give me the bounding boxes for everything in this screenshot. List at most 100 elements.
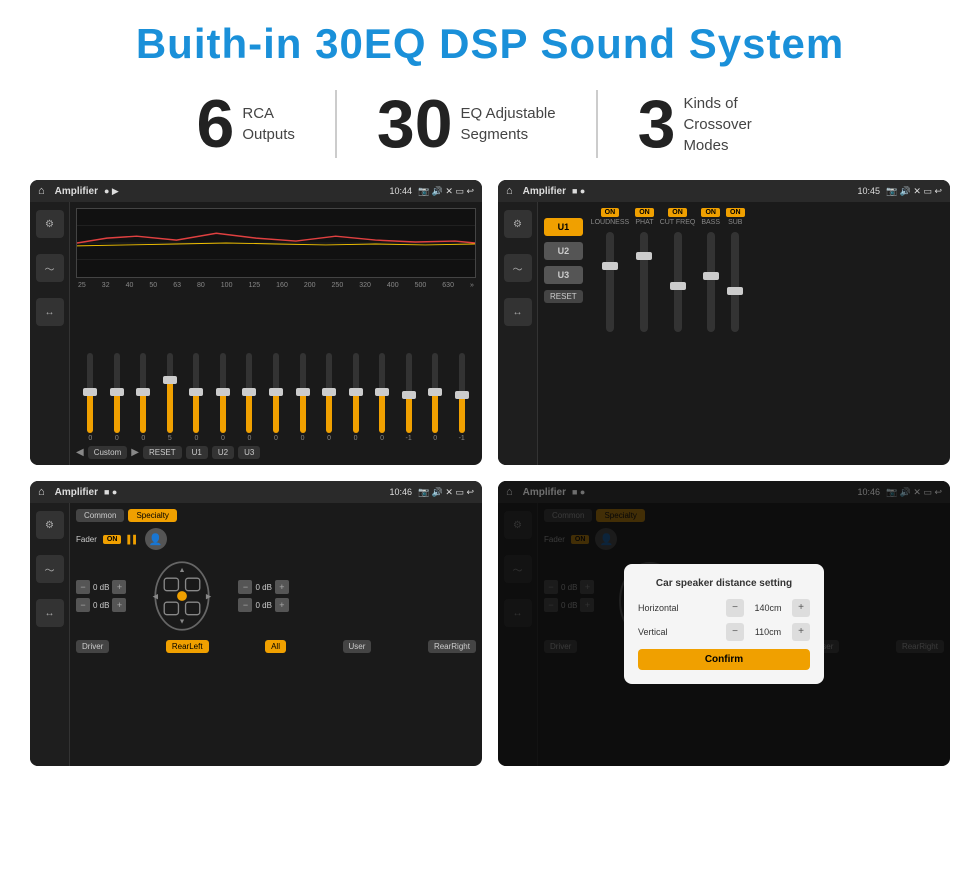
vol-plus-fr[interactable]: +	[275, 580, 289, 594]
crossover-dots: ■ ●	[572, 186, 585, 196]
user-btn[interactable]: User	[343, 640, 372, 653]
sub-slider[interactable]	[731, 232, 739, 332]
cutfreq-col: ON CUT FREQ	[660, 208, 696, 459]
eq-slider-0[interactable]: 0	[78, 353, 103, 442]
vol-minus-fl[interactable]: −	[76, 580, 90, 594]
crossover-side-btn-3[interactable]: ↔	[504, 298, 532, 326]
u3-crossover[interactable]: U3	[544, 266, 583, 284]
copilot-btn[interactable]: RearRight	[428, 640, 476, 653]
loudness-slider[interactable]	[606, 232, 614, 332]
confirm-button[interactable]: Confirm	[638, 649, 810, 670]
vertical-minus[interactable]: −	[726, 623, 744, 641]
cutfreq-label: CUT FREQ	[660, 219, 696, 226]
vertical-plus[interactable]: +	[792, 623, 810, 641]
eq-slider-3[interactable]: 5	[158, 353, 183, 442]
eq-app-name: Amplifier	[55, 186, 98, 197]
eq-slider-2[interactable]: 0	[131, 353, 156, 442]
vol-row-rr: − 0 dB +	[238, 598, 288, 612]
prev-arrow[interactable]: ◀	[76, 447, 84, 458]
sub-on[interactable]: ON	[726, 208, 745, 217]
eq-graph	[76, 208, 476, 278]
stat-eq: 30 EQ AdjustableSegments	[337, 90, 598, 158]
stats-bar: 6 RCAOutputs 30 EQ AdjustableSegments 3 …	[30, 90, 950, 158]
u2-crossover[interactable]: U2	[544, 242, 583, 260]
svg-text:▶: ▶	[206, 593, 212, 601]
cutfreq-slider[interactable]	[674, 232, 682, 332]
eq-slider-1[interactable]: 0	[105, 353, 130, 442]
eq-side-btn-1[interactable]: ⚙	[36, 210, 64, 238]
bass-on[interactable]: ON	[701, 208, 720, 217]
loudness-on[interactable]: ON	[601, 208, 620, 217]
crossover-status-bar: ⌂ Amplifier ■ ● 10:45 📷 🔊 ✕ ▭ ↩	[498, 180, 950, 202]
all-btn[interactable]: RearLeft	[166, 640, 209, 653]
eq-slider-9[interactable]: 0	[317, 353, 342, 442]
next-arrow[interactable]: ▶	[131, 447, 139, 458]
vol-minus-fr[interactable]: −	[238, 580, 252, 594]
vol-plus-fl[interactable]: +	[112, 580, 126, 594]
speaker-main-area: Common Specialty Fader ON ▌▌ 👤 − 0	[70, 503, 482, 766]
page-title: Buith-in 30EQ DSP Sound System	[30, 20, 950, 68]
stat-label-crossover: Kinds ofCrossover Modes	[683, 93, 783, 156]
sub-col: ON SUB	[726, 208, 745, 459]
crossover-side-controls: ⚙ 〜 ↔	[498, 202, 538, 465]
eq-slider-4[interactable]: 0	[184, 353, 209, 442]
vol-plus-rl[interactable]: +	[112, 598, 126, 612]
tab-common[interactable]: Common	[76, 509, 124, 522]
horizontal-minus[interactable]: −	[726, 599, 744, 617]
fader-label: Fader	[76, 535, 97, 544]
u1-button[interactable]: U1	[186, 446, 208, 459]
eq-dots: ● ▶	[104, 186, 119, 197]
fader-slider-mini: ▌▌	[127, 535, 138, 544]
crossover-reset[interactable]: RESET	[544, 290, 583, 303]
bass-slider[interactable]	[707, 232, 715, 332]
crossover-status-icons: 📷 🔊 ✕ ▭ ↩	[886, 186, 942, 197]
vertical-label: Vertical	[638, 627, 668, 637]
vol-minus-rr[interactable]: −	[238, 598, 252, 612]
tab-specialty[interactable]: Specialty	[128, 509, 176, 522]
eq-slider-11[interactable]: 0	[370, 353, 395, 442]
eq-side-btn-3[interactable]: ↔	[36, 298, 64, 326]
u1-crossover[interactable]: U1	[544, 218, 583, 236]
eq-slider-5[interactable]: 0	[211, 353, 236, 442]
rearleft-btn[interactable]: All	[265, 640, 286, 653]
speaker-dots: ■ ●	[104, 487, 117, 497]
cutfreq-on[interactable]: ON	[668, 208, 687, 217]
driver-btn[interactable]: Driver	[76, 640, 109, 653]
eq-side-btn-2[interactable]: 〜	[36, 254, 64, 282]
eq-slider-7[interactable]: 0	[264, 353, 289, 442]
eq-slider-6[interactable]: 0	[237, 353, 262, 442]
profile-icon[interactable]: 👤	[145, 528, 167, 550]
u3-button[interactable]: U3	[238, 446, 260, 459]
fader-on[interactable]: ON	[103, 535, 122, 544]
eq-slider-13[interactable]: 0	[423, 353, 448, 442]
phat-label: PHAT	[635, 219, 653, 226]
bass-label: BASS	[701, 219, 720, 226]
eq-screen-card: ⌂ Amplifier ● ▶ 10:44 📷 🔊 ✕ ▭ ↩ ⚙ 〜 ↔	[30, 180, 482, 465]
vol-minus-rl[interactable]: −	[76, 598, 90, 612]
eq-slider-12[interactable]: -1	[396, 353, 421, 442]
speaker-side-btn-2[interactable]: 〜	[36, 555, 64, 583]
loudness-col: ON LOUDNESS	[591, 208, 630, 459]
eq-slider-14[interactable]: -1	[449, 353, 474, 442]
horizontal-label: Horizontal	[638, 603, 679, 613]
crossover-side-btn-1[interactable]: ⚙	[504, 210, 532, 238]
eq-side-controls: ⚙ 〜 ↔	[30, 202, 70, 465]
phat-on[interactable]: ON	[635, 208, 654, 217]
dialog-horizontal-row: Horizontal − 140cm +	[638, 599, 810, 617]
crossover-app-name: Amplifier	[523, 186, 566, 197]
custom-button[interactable]: Custom	[88, 446, 128, 459]
eq-slider-8[interactable]: 0	[290, 353, 315, 442]
speaker-side-btn-3[interactable]: ↔	[36, 599, 64, 627]
speaker-side-btn-1[interactable]: ⚙	[36, 511, 64, 539]
sub-label: SUB	[728, 219, 742, 226]
vol-row-fl: − 0 dB +	[76, 580, 126, 594]
vol-plus-rr[interactable]: +	[275, 598, 289, 612]
phat-slider[interactable]	[640, 232, 648, 332]
eq-main-area: 25 32 40 50 63 80 100 125 160 200 250 32…	[70, 202, 482, 465]
eq-slider-10[interactable]: 0	[343, 353, 368, 442]
reset-button[interactable]: RESET	[143, 446, 182, 459]
horizontal-plus[interactable]: +	[792, 599, 810, 617]
crossover-side-btn-2[interactable]: 〜	[504, 254, 532, 282]
eq-status-bar: ⌂ Amplifier ● ▶ 10:44 📷 🔊 ✕ ▭ ↩	[30, 180, 482, 202]
u2-button[interactable]: U2	[212, 446, 234, 459]
